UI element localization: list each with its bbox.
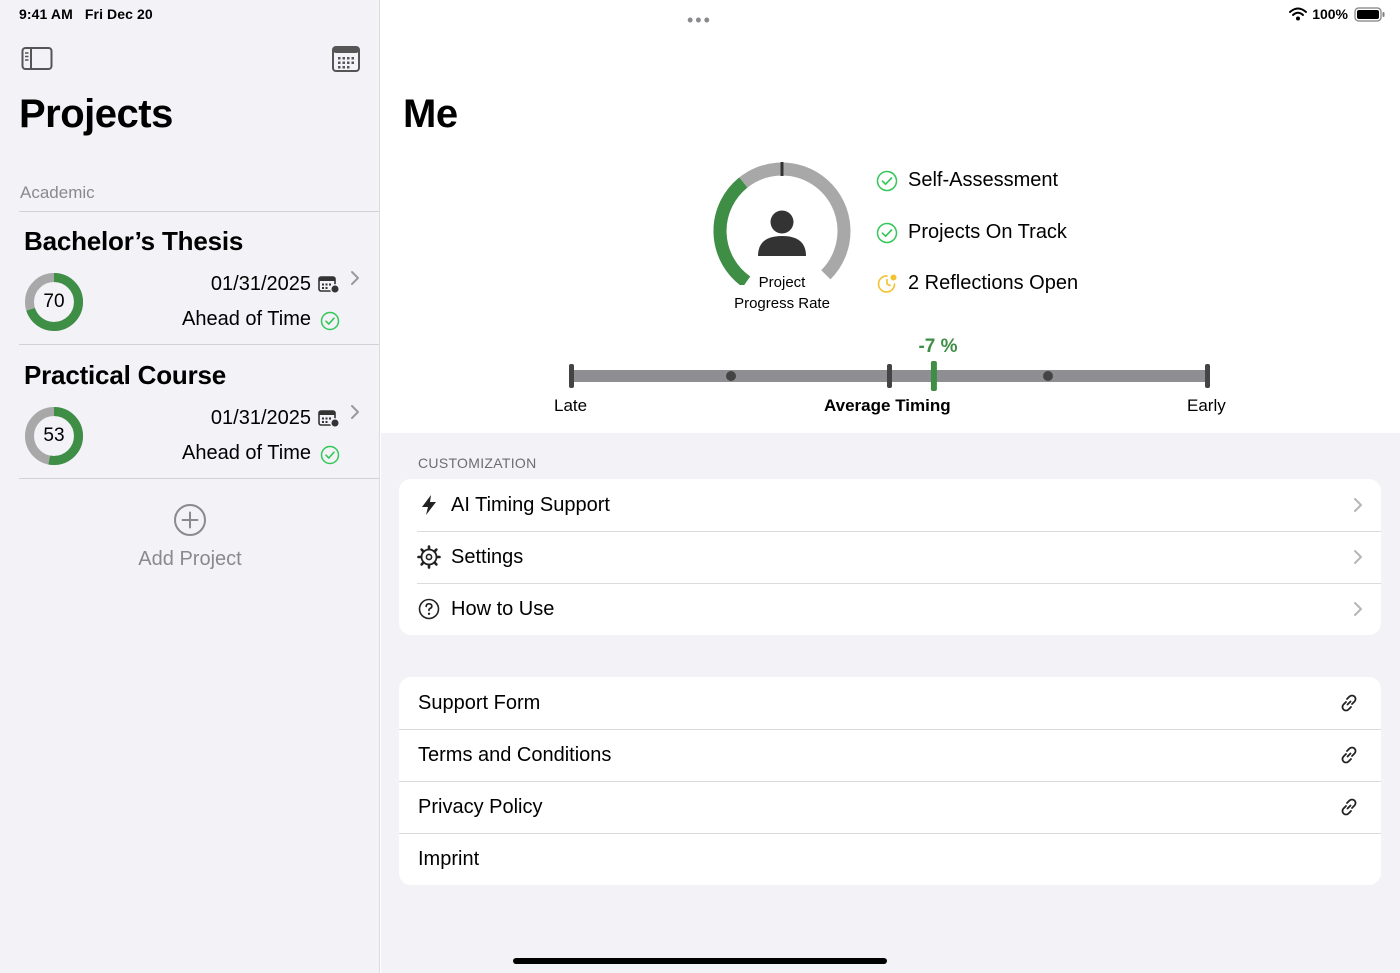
bolt-icon — [422, 495, 436, 515]
timing-percent: -7 % — [918, 336, 958, 357]
progress-ring: 70 — [24, 272, 84, 332]
chevron-right-icon — [351, 405, 359, 419]
gauge-label: Project Progress Rate — [711, 272, 853, 314]
project-due-date: 01/31/2025 — [210, 273, 311, 295]
timing-endcap-early — [1205, 364, 1210, 388]
chevron-right-icon — [1354, 602, 1362, 616]
row-label: Terms and Conditions — [418, 743, 612, 766]
clock-badge-icon — [877, 274, 897, 293]
calendar-badge-icon — [318, 410, 340, 428]
project-status: Ahead of Time — [182, 308, 311, 330]
row-imprint[interactable]: Imprint — [399, 833, 1381, 885]
link-icon — [1341, 746, 1357, 764]
timing-scale — [569, 361, 1210, 391]
sidebar: 9:41 AM Fri Dec 20 Projects Academic Bac… — [0, 0, 380, 973]
timing-label-late: Late — [554, 396, 588, 415]
customization-card: AI Timing Support Settings How to Use — [399, 479, 1381, 635]
timing-label-average: Average Timing — [824, 396, 951, 415]
row-label: Privacy Policy — [418, 795, 543, 818]
link-icon — [1341, 694, 1357, 712]
divider — [19, 478, 379, 479]
check-circle-icon — [320, 311, 340, 331]
section-label-academic: Academic — [20, 183, 95, 202]
divider — [19, 211, 379, 212]
check-circle-icon — [320, 445, 340, 465]
gauge-fill — [713, 177, 751, 285]
check-circle-icon — [876, 170, 898, 191]
question-circle-icon — [418, 598, 440, 620]
add-project-button[interactable]: Add Project — [0, 503, 380, 571]
checklist-reflections-open: 2 Reflections Open — [876, 272, 1078, 295]
status-bar-left: 9:41 AM Fri Dec 20 — [19, 6, 161, 22]
timing-endcap-late — [569, 364, 574, 388]
row-settings[interactable]: Settings — [399, 531, 1381, 583]
profile-panel: ••• 100% Me Project Progress Rate Self-A… — [381, 0, 1400, 433]
checklist-label: 2 Reflections Open — [908, 272, 1079, 294]
row-support-form[interactable]: Support Form — [399, 677, 1381, 729]
gear-icon — [417, 545, 441, 569]
calendar-icon[interactable] — [330, 45, 362, 73]
row-ai-timing-support[interactable]: AI Timing Support — [399, 479, 1381, 531]
links-card: Support Form Terms and Conditions Privac… — [399, 677, 1381, 885]
checklist-projects-on-track: Projects On Track — [876, 221, 1067, 244]
project-title: Practical Course — [24, 360, 227, 390]
row-label: Settings — [451, 545, 524, 568]
timing-label-early: Early — [1187, 396, 1226, 415]
multitasking-dots-icon[interactable]: ••• — [687, 10, 712, 31]
add-project-label: Add Project — [138, 548, 242, 570]
project-status: Ahead of Time — [182, 442, 311, 464]
gauge-label-line2: Progress Rate — [734, 295, 830, 312]
divider — [19, 344, 379, 345]
chevron-right-icon — [1354, 550, 1362, 564]
customization-header: CUSTOMIZATION — [418, 455, 537, 471]
person-icon — [758, 210, 806, 256]
checklist-self-assessment: Self-Assessment — [876, 169, 1058, 192]
row-label: AI Timing Support — [451, 493, 610, 516]
home-indicator — [513, 958, 887, 964]
timing-dot — [1043, 371, 1053, 381]
sidebar-toggle-icon[interactable] — [21, 45, 53, 73]
wifi-icon — [1289, 7, 1308, 21]
gauge-label-line1: Project — [758, 274, 806, 291]
timing-dot — [726, 371, 736, 381]
status-date: Fri Dec 20 — [84, 6, 153, 22]
timing-marker — [930, 361, 937, 391]
link-icon — [1341, 798, 1357, 816]
row-label: Support Form — [418, 691, 541, 714]
calendar-badge-icon — [318, 276, 340, 294]
row-terms-and-conditions[interactable]: Terms and Conditions — [399, 729, 1381, 781]
row-privacy-policy[interactable]: Privacy Policy — [399, 781, 1381, 833]
status-bar-right: 100% — [1283, 6, 1386, 22]
page-title: Me — [403, 92, 458, 136]
chevron-right-icon — [351, 271, 359, 285]
status-time: 9:41 AM — [19, 6, 73, 22]
progress-ring: 53 — [24, 406, 84, 466]
timing-center-mark — [887, 364, 892, 388]
check-circle-icon — [876, 222, 898, 243]
row-label: How to Use — [451, 597, 555, 620]
plus-circle-icon — [174, 504, 206, 536]
chevron-right-icon — [1354, 498, 1362, 512]
progress-value: 53 — [43, 425, 65, 446]
checklist-label: Projects On Track — [908, 221, 1067, 243]
battery-icon — [1354, 6, 1385, 22]
project-due-date: 01/31/2025 — [210, 407, 311, 429]
project-title: Bachelor’s Thesis — [24, 226, 244, 256]
row-label: Imprint — [418, 847, 480, 870]
checklist-label: Self-Assessment — [908, 169, 1059, 191]
row-how-to-use[interactable]: How to Use — [399, 583, 1381, 635]
progress-rate-gauge — [713, 162, 851, 285]
battery-percent: 100% — [1312, 6, 1348, 22]
main-pane: ••• 100% Me Project Progress Rate Self-A… — [381, 0, 1400, 973]
progress-value: 70 — [43, 291, 65, 312]
sidebar-title: Projects — [19, 92, 173, 136]
